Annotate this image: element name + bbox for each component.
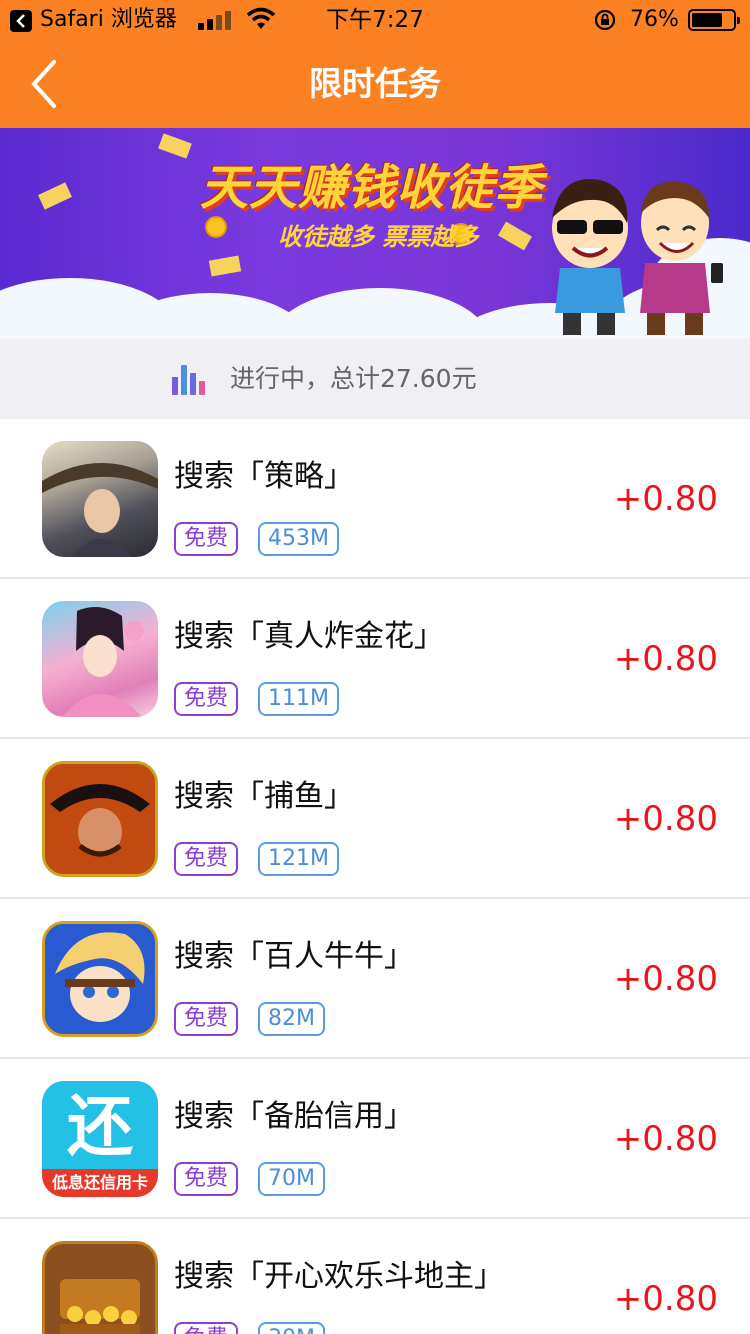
free-tag: 免费 bbox=[174, 522, 239, 556]
reward-amount: +0.80 bbox=[613, 639, 718, 679]
page-title: 限时任务 bbox=[309, 64, 441, 103]
task-name: 搜索「开心欢乐斗地主」 bbox=[174, 1259, 504, 1294]
strategy-game-icon[interactable] bbox=[42, 441, 158, 557]
reward-amount: +0.80 bbox=[613, 479, 718, 519]
size-tag: 121M bbox=[258, 842, 339, 876]
task-row[interactable]: 搜索「百人牛牛」 免费 82M +0.80 bbox=[0, 899, 750, 1059]
task-name: 搜索「捕鱼」 bbox=[174, 779, 354, 814]
battery-icon bbox=[688, 9, 740, 31]
fishing-game-icon[interactable] bbox=[42, 761, 158, 877]
size-tag: 30M bbox=[258, 1322, 325, 1334]
summary-bar: 进行中，总计27.60元 bbox=[0, 339, 750, 419]
cartoon-characters-icon bbox=[552, 179, 723, 335]
reward-amount: +0.80 bbox=[613, 959, 718, 999]
credit-app-icon-caption: 低息还信用卡 bbox=[42, 1169, 158, 1197]
free-tag: 免费 bbox=[174, 842, 239, 876]
summary-total-text: 进行中，总计27.60元 bbox=[230, 364, 477, 393]
task-name: 搜索「真人炸金花」 bbox=[174, 619, 444, 654]
task-row[interactable]: 还 低息还信用卡 搜索「备胎信用」 免费 70M +0.80 bbox=[0, 1059, 750, 1219]
task-row[interactable]: 搜索「策略」 免费 453M +0.80 bbox=[0, 419, 750, 579]
free-tag: 免费 bbox=[174, 1322, 239, 1334]
navigation-bar: 限时任务 bbox=[0, 40, 750, 128]
promo-banner[interactable]: 天天赚钱收徒季 收徒越多 票票越多 bbox=[0, 128, 750, 339]
credit-app-icon[interactable]: 还 低息还信用卡 bbox=[42, 1081, 158, 1197]
task-list: 搜索「策略」 免费 453M +0.80 搜索「真人炸金花」 免费 111M +… bbox=[0, 419, 750, 1334]
battery-level bbox=[692, 13, 722, 27]
orientation-lock-icon bbox=[594, 9, 616, 31]
size-tag: 111M bbox=[258, 682, 339, 716]
task-row[interactable]: 搜索「开心欢乐斗地主」 免费 30M +0.80 bbox=[0, 1219, 750, 1334]
banner-subtitle: 收徒越多 票票越多 bbox=[278, 223, 479, 251]
task-name: 搜索「策略」 bbox=[174, 459, 354, 494]
free-tag: 免费 bbox=[174, 1162, 239, 1196]
size-tag: 82M bbox=[258, 1002, 325, 1036]
status-bar: Safari 浏览器 下午7:27 76% bbox=[0, 0, 750, 40]
goldflower-game-icon[interactable] bbox=[42, 601, 158, 717]
task-name: 搜索「百人牛牛」 bbox=[174, 939, 414, 974]
size-tag: 70M bbox=[258, 1162, 325, 1196]
credit-app-icon-glyph: 还 bbox=[67, 1088, 133, 1165]
bar-chart-icon bbox=[172, 363, 205, 395]
task-name: 搜索「备胎信用」 bbox=[174, 1099, 414, 1134]
reward-amount: +0.80 bbox=[613, 799, 718, 839]
size-tag: 453M bbox=[258, 522, 339, 556]
free-tag: 免费 bbox=[174, 1002, 239, 1036]
reward-amount: +0.80 bbox=[613, 1279, 718, 1319]
task-row[interactable]: 搜索「捕鱼」 免费 121M +0.80 bbox=[0, 739, 750, 899]
battery-percentage: 76% bbox=[630, 7, 679, 32]
niuniu-game-icon[interactable] bbox=[42, 921, 158, 1037]
free-tag: 免费 bbox=[174, 682, 239, 716]
reward-amount: +0.80 bbox=[613, 1119, 718, 1159]
doudizhu-game-icon[interactable] bbox=[42, 1241, 158, 1334]
banner-title: 天天赚钱收徒季 bbox=[200, 160, 544, 216]
task-row[interactable]: 搜索「真人炸金花」 免费 111M +0.80 bbox=[0, 579, 750, 739]
